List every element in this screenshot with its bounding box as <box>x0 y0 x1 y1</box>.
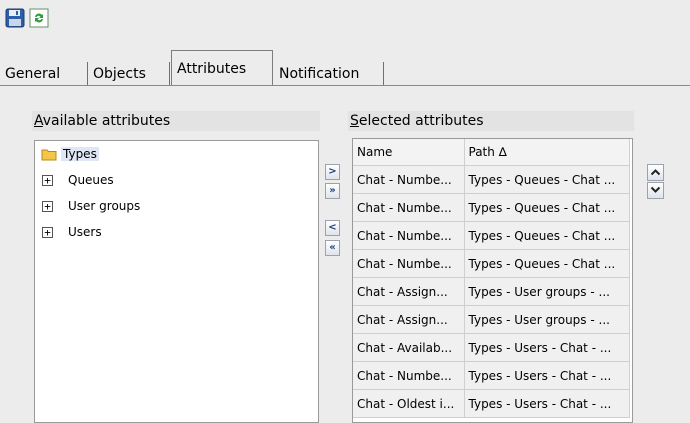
cell-name: Chat - Numbe... <box>353 193 465 222</box>
refresh-button[interactable] <box>29 8 49 28</box>
cell-name: Chat - Assign... <box>353 305 465 334</box>
sort-ascending-icon: ∆ <box>498 145 507 159</box>
tab-attributes[interactable]: Attributes <box>171 50 273 86</box>
table-row[interactable]: Chat - Availab... Types - Users - Chat - … <box>353 333 630 362</box>
cell-name: Chat - Numbe... <box>353 361 465 390</box>
tab-strip: General Objects Attributes Notification <box>0 40 690 86</box>
chevron-down-icon <box>650 186 661 193</box>
remove-attribute-button[interactable]: < <box>325 220 340 236</box>
tree-node-user-groups[interactable]: + User groups <box>42 197 140 215</box>
label-accelerator: S <box>350 113 359 129</box>
remove-all-attributes-button[interactable]: « <box>325 240 340 256</box>
table-row[interactable]: Chat - Assign... Types - User groups - ..… <box>353 305 630 334</box>
available-attributes-tree[interactable]: Types + Queues + User groups + Users <box>34 140 319 423</box>
column-header-path-label: Path <box>468 145 495 159</box>
cell-path: Types - Queues - Chat ... <box>464 249 630 278</box>
table-row[interactable]: Chat - Numbe... Types - Queues - Chat ... <box>353 193 630 222</box>
cell-name: Chat - Numbe... <box>353 249 465 278</box>
tree-node-users[interactable]: + Users <box>42 223 102 241</box>
cell-path: Types - Users - Chat - ... <box>464 361 630 390</box>
tree-node-label: Users <box>68 225 102 239</box>
table-row[interactable]: Chat - Assign... Types - User groups - ..… <box>353 277 630 306</box>
tree-node-label: Queues <box>68 173 114 187</box>
move-down-button[interactable] <box>647 182 664 199</box>
tab-general[interactable]: General <box>0 62 88 86</box>
tab-objects[interactable]: Objects <box>88 62 170 86</box>
table-row[interactable]: Chat - Numbe... Types - Queues - Chat ... <box>353 249 630 278</box>
label-accelerator: A <box>34 113 43 129</box>
add-attribute-button[interactable]: > <box>325 164 340 180</box>
expand-icon[interactable]: + <box>42 200 53 212</box>
cell-path: Types - Queues - Chat ... <box>464 193 630 222</box>
chevron-up-icon <box>650 169 661 176</box>
cell-name: Chat - Assign... <box>353 277 465 306</box>
column-header-path[interactable]: Path ∆ <box>464 139 630 166</box>
cell-name: Chat - Oldest i... <box>353 389 465 418</box>
cell-path: Types - Queues - Chat ... <box>464 221 630 250</box>
add-all-attributes-button[interactable]: » <box>325 183 340 199</box>
cell-name: Chat - Numbe... <box>353 165 465 194</box>
move-up-button[interactable] <box>647 164 664 181</box>
tree-root-types[interactable]: Types <box>41 145 99 163</box>
floppy-save-icon <box>5 8 25 28</box>
column-header-name[interactable]: Name <box>353 139 465 166</box>
table-row[interactable]: Chat - Numbe... Types - Queues - Chat ... <box>353 221 630 250</box>
tab-notification[interactable]: Notification <box>274 62 384 86</box>
table-row[interactable]: Chat - Numbe... Types - Queues - Chat ... <box>353 165 630 194</box>
label-text: vailable attributes <box>42 113 171 129</box>
selected-attributes-table[interactable]: Name Path ∆ Chat - Numbe... Types - Queue… <box>352 138 633 423</box>
toolbar <box>0 0 690 40</box>
label-text: elected attributes <box>358 113 484 129</box>
table-row[interactable]: Chat - Numbe... Types - Users - Chat - ..… <box>353 361 630 390</box>
cell-name: Chat - Availab... <box>353 333 465 362</box>
expand-icon[interactable]: + <box>42 226 53 238</box>
cell-path: Types - Queues - Chat ... <box>464 165 630 194</box>
cell-path: Types - Users - Chat - ... <box>464 389 630 418</box>
available-attributes-label: Available attributes <box>32 111 320 131</box>
save-button[interactable] <box>5 8 25 28</box>
tree-node-queues[interactable]: + Queues <box>42 171 114 189</box>
refresh-icon <box>29 8 49 28</box>
tree-node-label: User groups <box>68 199 141 213</box>
cell-path: Types - User groups - ... <box>464 277 630 306</box>
folder-icon <box>41 149 57 160</box>
cell-path: Types - User groups - ... <box>464 305 630 334</box>
table-row[interactable]: Chat - Oldest i... Types - Users - Chat -… <box>353 389 630 418</box>
table-header-row: Name Path ∆ <box>353 139 630 166</box>
expand-icon[interactable]: + <box>42 174 53 186</box>
cell-name: Chat - Numbe... <box>353 221 465 250</box>
cell-path: Types - Users - Chat - ... <box>464 333 630 362</box>
selected-attributes-label: Selected attributes <box>348 111 634 131</box>
tree-root-label: Types <box>61 147 99 161</box>
